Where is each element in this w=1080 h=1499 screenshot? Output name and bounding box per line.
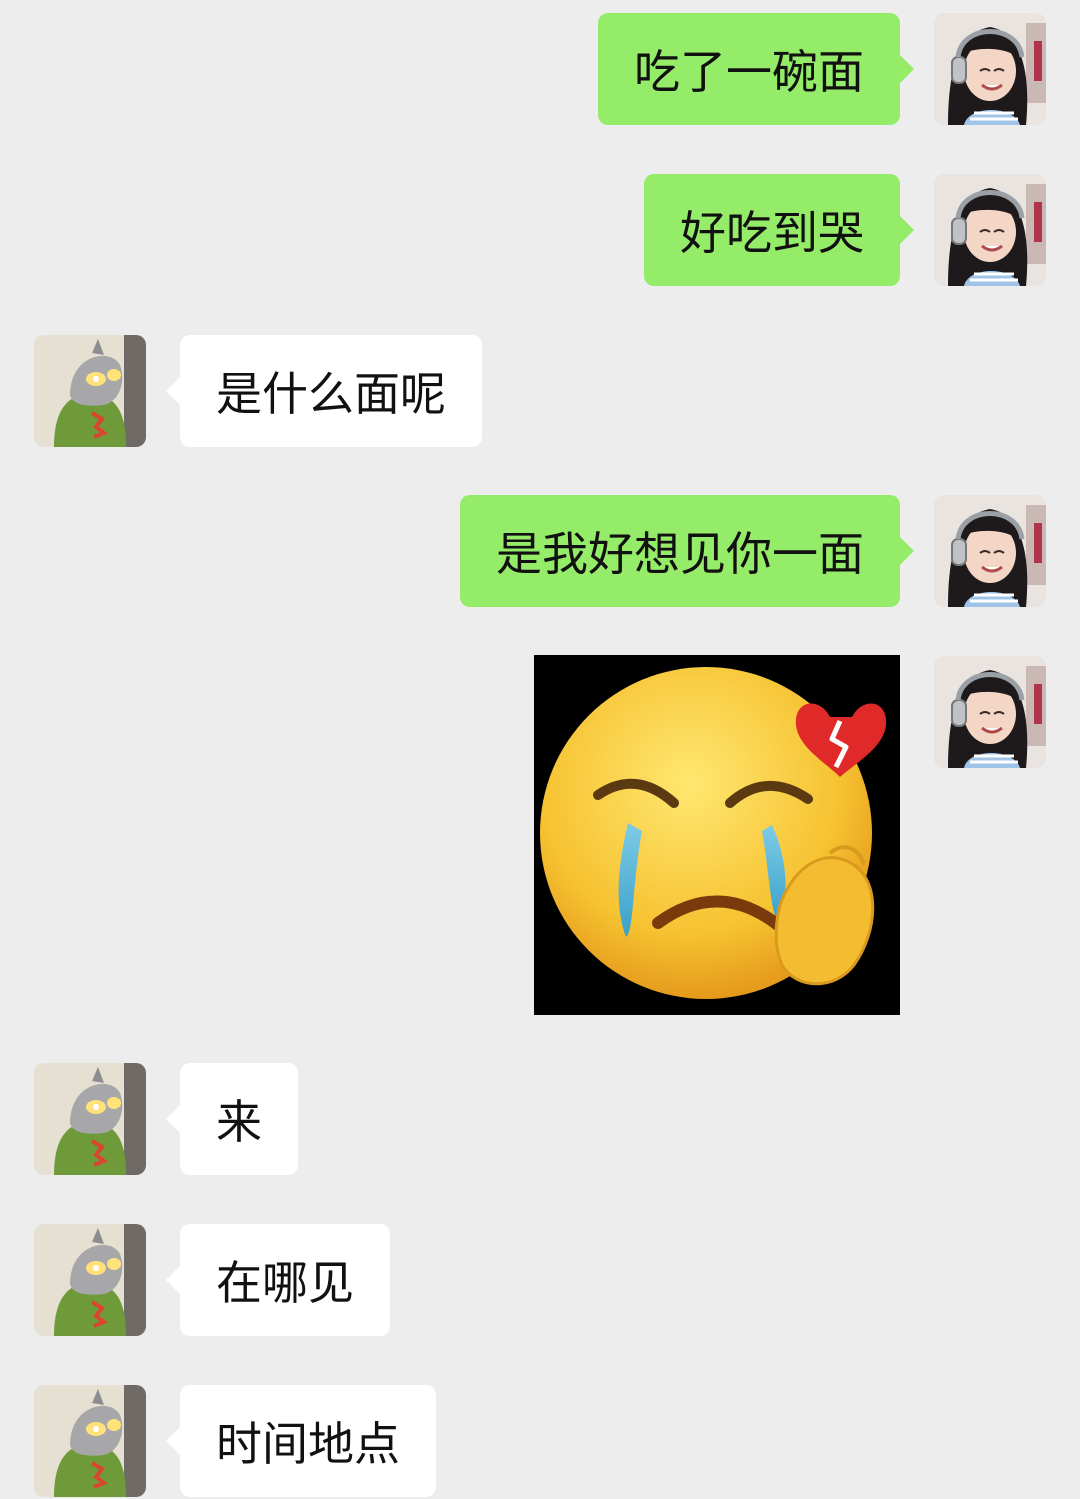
message-bubble-outgoing[interactable]: 是我好想见你一面 bbox=[460, 495, 914, 607]
message-text: 是我好想见你一面 bbox=[496, 527, 864, 581]
my-avatar[interactable] bbox=[934, 495, 1046, 607]
message-text: 好吃到哭 bbox=[680, 206, 864, 260]
message-bubble-outgoing[interactable]: 吃了一碗面 bbox=[598, 13, 914, 125]
contact-avatar[interactable] bbox=[34, 335, 146, 447]
message-bubble-incoming[interactable]: 时间地点 bbox=[166, 1385, 436, 1497]
contact-avatar[interactable] bbox=[34, 1224, 146, 1336]
message-text: 在哪见 bbox=[216, 1256, 354, 1310]
message-bubble-outgoing[interactable]: 好吃到哭 bbox=[644, 174, 914, 286]
contact-avatar[interactable] bbox=[34, 1063, 146, 1175]
message-text: 来 bbox=[216, 1095, 262, 1149]
my-avatar[interactable] bbox=[934, 174, 1046, 286]
message-bubble-incoming[interactable]: 是什么面呢 bbox=[166, 335, 482, 447]
crying-face-broken-heart-icon bbox=[540, 667, 887, 999]
message-text: 是什么面呢 bbox=[216, 367, 446, 421]
message-text: 吃了一碗面 bbox=[634, 45, 864, 99]
message-text: 时间地点 bbox=[216, 1417, 400, 1471]
contact-avatar[interactable] bbox=[34, 1385, 146, 1497]
sticker-message[interactable] bbox=[534, 655, 900, 1015]
message-bubble-incoming[interactable]: 来 bbox=[166, 1063, 298, 1175]
message-bubble-incoming[interactable]: 在哪见 bbox=[166, 1224, 390, 1336]
my-avatar[interactable] bbox=[934, 13, 1046, 125]
my-avatar[interactable] bbox=[934, 656, 1046, 768]
